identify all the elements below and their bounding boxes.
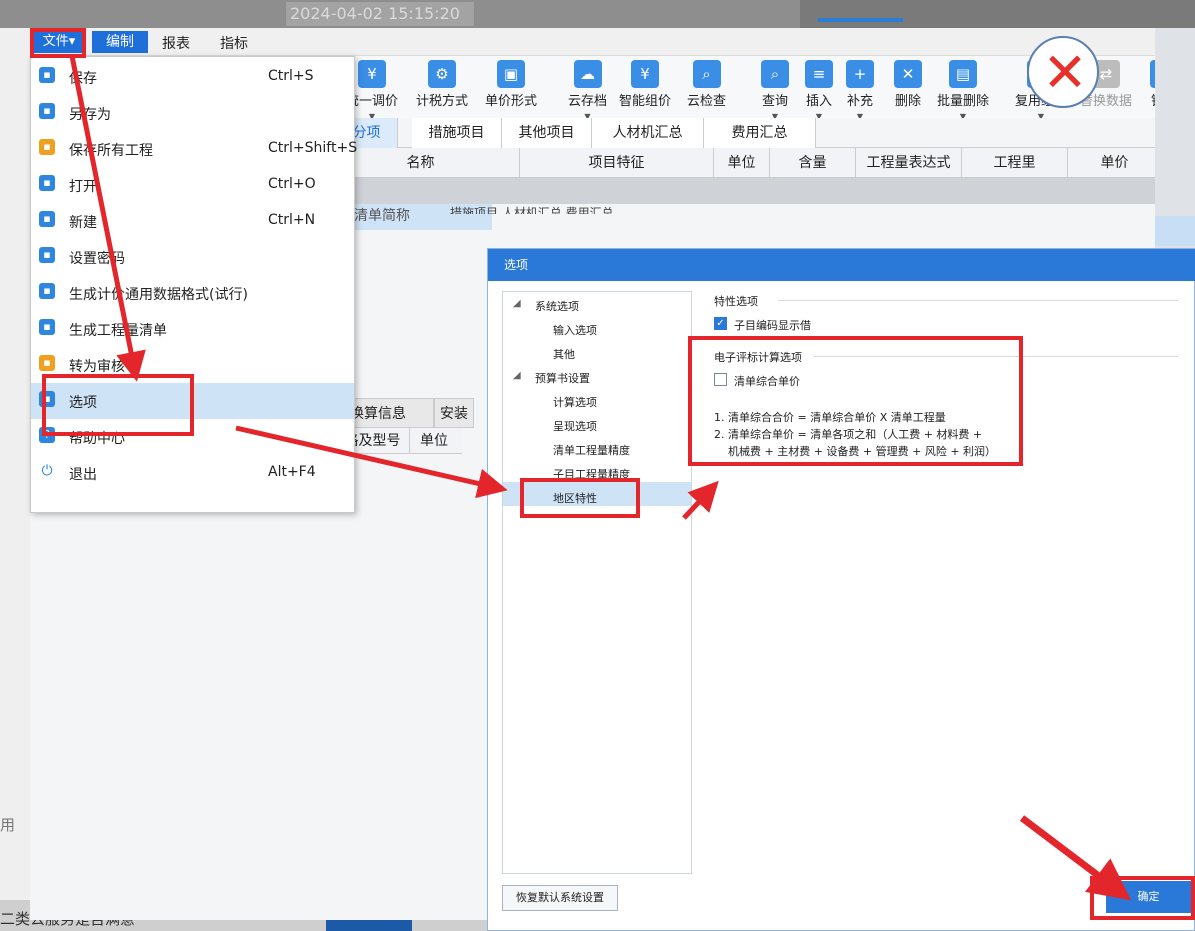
toolbar-query-button[interactable]: ⌕ 查询 ▼ <box>761 60 789 121</box>
menu-item-new[interactable]: ▪ 新建 Ctrl+N <box>31 203 354 239</box>
toolbar-tax-method-button[interactable]: ⚙ 计税方式 <box>416 60 468 109</box>
menu-item-save-all[interactable]: ▪ 保存所有工程 Ctrl+Shift+S <box>31 131 357 167</box>
tab-fee-summary[interactable]: 费用汇总 <box>704 118 816 148</box>
dialog-title: 选项 <box>488 249 1195 281</box>
toolbar-supplement-button[interactable]: + 补充 ▼ <box>846 60 874 121</box>
toolbar-insert-button[interactable]: ≡ 插入 ▼ <box>805 60 833 121</box>
menu-index[interactable]: 指标 <box>220 33 248 53</box>
column-quantity-expression[interactable]: 工程量表达式 <box>856 148 962 178</box>
collapse-icon[interactable]: ◢ <box>513 298 521 309</box>
highlight-options-item <box>42 374 194 436</box>
tree-item-system[interactable]: ◢ 系统选项 <box>513 298 579 314</box>
tree-item-budget[interactable]: ◢ 预算书设置 <box>513 370 590 386</box>
export-icon: ▪ <box>39 283 55 299</box>
column-unit-price[interactable]: 单价 <box>1068 148 1162 178</box>
row-fragment: 措施项目 人材机汇总 费用汇总 <box>450 206 614 214</box>
tab-measures[interactable]: 措施项目 <box>412 118 502 148</box>
insert-icon: ≡ <box>805 60 833 88</box>
unit-price-icon: ▣ <box>497 60 525 88</box>
tree-item-other[interactable]: 其他 <box>553 346 575 362</box>
file-menu: ▪ 保存 Ctrl+S ▪ 另存为 ▪ 保存所有工程 Ctrl+Shift+S ▪ 打开 Ct… <box>30 56 357 513</box>
supplement-icon: + <box>846 60 874 88</box>
column-features[interactable]: 项目特征 <box>520 148 714 178</box>
background-right-panel <box>800 0 1195 28</box>
tax-method-icon: ⚙ <box>428 60 456 88</box>
column-lower-unit[interactable]: 单位 <box>414 428 454 454</box>
menu-item-exit[interactable]: ⏻ 退出 Alt+F4 <box>31 455 354 491</box>
highlight-ok-button <box>1090 876 1195 920</box>
highlight-region-item <box>520 478 640 518</box>
section-feature-options: 特性选项 <box>714 295 758 308</box>
toolbar-unit-price-button[interactable]: ▣ 单价形式 <box>485 60 537 109</box>
new-icon: ▪ <box>39 211 55 227</box>
close-icon[interactable]: ✕ <box>1027 36 1099 108</box>
menu-item-open[interactable]: ▪ 打开 Ctrl+O <box>31 167 354 203</box>
tab-labor-material[interactable]: 人材机汇总 <box>592 118 704 148</box>
checkbox-sub-code[interactable]: ✓ <box>714 317 727 330</box>
column-content[interactable]: 含量 <box>770 148 856 178</box>
audit-icon: ▪ <box>39 355 55 371</box>
menubar: 文件▾ 编制 报表 指标 <box>30 28 1185 56</box>
menu-edit[interactable]: 编制 <box>92 31 148 53</box>
open-icon: ▪ <box>39 175 55 191</box>
cloud-save-icon: ☁ <box>573 60 602 88</box>
toolbar-batch-delete-button[interactable]: ▤ 批量删除 ▼ <box>937 60 989 121</box>
cloud-check-icon: ⌕ <box>692 60 721 88</box>
tree-item-display[interactable]: 呈现选项 <box>553 418 597 434</box>
grid-group-row <box>322 178 1155 204</box>
background-right-accent <box>818 18 903 22</box>
tab-install[interactable]: 安装 <box>434 398 474 428</box>
delete-icon: ✕ <box>894 60 922 88</box>
tree-item-list-precision[interactable]: 清单工程量精度 <box>553 442 630 458</box>
menu-item-save[interactable]: ▪ 保存 Ctrl+S <box>31 59 354 95</box>
adjust-price-icon: ¥ <box>358 60 386 88</box>
background-side-text: 用 <box>0 816 16 834</box>
collapse-icon[interactable]: ◢ <box>513 370 521 381</box>
menu-item-save-as[interactable]: ▪ 另存为 <box>31 95 354 131</box>
power-icon: ⏻ <box>39 463 55 479</box>
toolbar-delete-button[interactable]: ✕ 删除 <box>894 60 922 109</box>
background-timestamp: 2024-04-02 15:15:20 <box>286 2 474 26</box>
main-tabs: 部分项 措施项目 其他项目 人材机汇总 费用汇总 <box>322 118 1155 148</box>
options-tree: ◢ 系统选项 输入选项 其他 ◢ 预算书设置 计算选项 呈现选项 清单工程量精度 子… <box>502 291 692 874</box>
save-as-icon: ▪ <box>39 103 55 119</box>
background-left-strip <box>0 28 30 931</box>
highlight-file-menu <box>30 28 86 58</box>
menu-report[interactable]: 报表 <box>162 33 190 53</box>
menu-item-export-format[interactable]: ▪ 生成计价通用数据格式(试行) <box>31 275 354 311</box>
column-quantity[interactable]: 工程里 <box>962 148 1068 178</box>
toolbar-cloud-save-button[interactable]: ☁ 云存档 ▼ <box>568 60 607 121</box>
smart-price-icon: ¥ <box>631 60 659 88</box>
divider <box>778 300 1178 301</box>
save-all-icon: ▪ <box>39 139 55 155</box>
column-unit[interactable]: 单位 <box>714 148 770 178</box>
tab-other-items[interactable]: 其他项目 <box>502 118 592 148</box>
list-icon: ▪ <box>39 319 55 335</box>
lock-icon: ▪ <box>39 247 55 263</box>
checkbox-sub-code-label: 子目编码显示借 <box>734 319 811 332</box>
toolbar-smart-price-button[interactable]: ¥ 智能组价 <box>619 60 671 109</box>
toolbar-cloud-check-button[interactable]: ⌕ 云检查 <box>687 60 726 109</box>
right-strip-mark <box>1155 216 1195 246</box>
tree-item-input[interactable]: 输入选项 <box>553 322 597 338</box>
tree-item-calc[interactable]: 计算选项 <box>553 394 597 410</box>
save-icon: ▪ <box>39 67 55 83</box>
highlight-ebid-section <box>688 336 1023 466</box>
grid-header: 名称 项目特征 单位 含量 工程量表达式 工程里 单价 <box>322 148 1162 178</box>
query-icon: ⌕ <box>761 60 789 88</box>
restore-defaults-button[interactable]: 恢复默认系统设置 <box>502 885 618 911</box>
menu-item-set-password[interactable]: ▪ 设置密码 <box>31 239 354 275</box>
batch-delete-icon: ▤ <box>949 60 977 88</box>
menu-item-generate-list[interactable]: ▪ 生成工程量清单 <box>31 311 354 347</box>
